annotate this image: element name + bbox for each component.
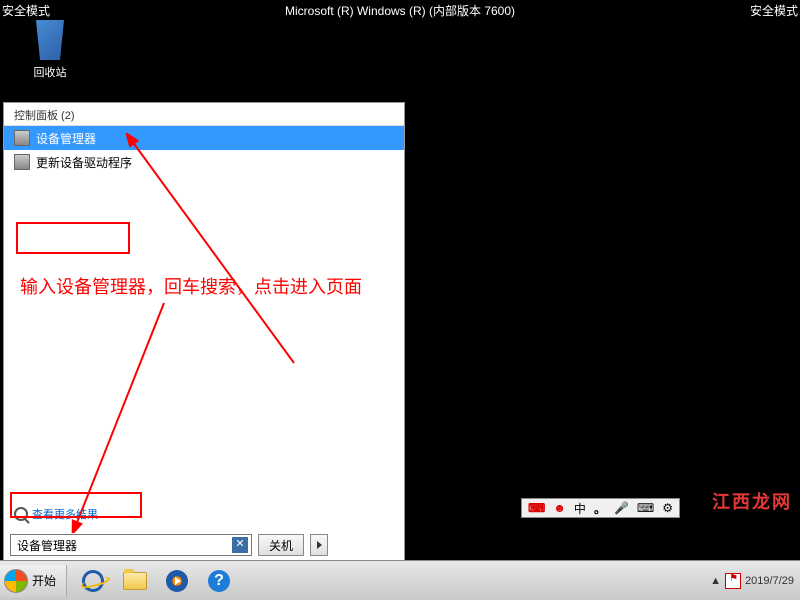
ime-keyboard-icon[interactable]: ⌨	[526, 501, 547, 515]
start-button[interactable]: 开始	[0, 565, 67, 597]
start-menu-search-bar: ✕ 关机	[10, 534, 328, 556]
ime-mode-zhong[interactable]: 中	[572, 500, 588, 517]
search-result-device-manager[interactable]: 设备管理器	[4, 126, 404, 150]
result-label: 设备管理器	[36, 130, 96, 147]
control-panel-section-header: 控制面板 (2)	[4, 103, 404, 126]
taskbar-media-player[interactable]	[157, 565, 197, 597]
taskbar-ie[interactable]	[73, 565, 113, 597]
annotation-highlight-search	[10, 492, 142, 518]
recycle-bin[interactable]: 回收站	[20, 20, 80, 80]
annotation-highlight-result	[16, 222, 130, 254]
tray-expand-icon[interactable]: ▲	[710, 575, 721, 587]
recycle-bin-label: 回收站	[20, 64, 80, 80]
taskbar-pinned-apps: ?	[67, 565, 239, 597]
update-drivers-icon	[14, 154, 30, 170]
tray-flag-icon[interactable]: ⚑	[725, 573, 741, 589]
taskbar-explorer[interactable]	[115, 565, 155, 597]
windows-build-title: Microsoft (R) Windows (R) (内部版本 7600)	[285, 2, 515, 19]
desktop[interactable]: 安全模式 安全模式 Microsoft (R) Windows (R) (内部版…	[0, 0, 800, 560]
chevron-right-icon	[317, 541, 322, 549]
help-icon: ?	[208, 570, 230, 592]
system-tray: ▲ ⚑ 2019/7/29	[710, 573, 800, 589]
ime-settings-icon[interactable]: ⚙	[660, 501, 675, 515]
recycle-bin-icon	[30, 20, 70, 60]
start-button-label: 开始	[32, 572, 56, 589]
folder-icon	[123, 572, 147, 590]
result-label: 更新设备驱动程序	[36, 154, 132, 171]
ime-tool-icon[interactable]: 🎤	[612, 501, 631, 515]
ie-icon	[80, 567, 107, 594]
search-clear-button[interactable]: ✕	[232, 537, 248, 553]
shutdown-options-button[interactable]	[310, 534, 328, 556]
search-input[interactable]	[10, 534, 252, 556]
media-player-icon	[166, 570, 188, 592]
start-menu-search-panel: 控制面板 (2) 设备管理器 更新设备驱动程序 输入设备管理器，回车搜索，点击进…	[3, 102, 405, 560]
tray-clock[interactable]: 2019/7/29	[745, 575, 794, 587]
windows-orb-icon	[4, 569, 28, 593]
search-result-update-drivers[interactable]: 更新设备驱动程序	[4, 150, 404, 174]
annotation-instruction: 输入设备管理器，回车搜索，点击进入页面	[20, 273, 362, 299]
safe-mode-corner-tr: 安全模式	[750, 2, 798, 19]
watermark-text: 江西龙网	[712, 488, 792, 514]
device-manager-icon	[14, 130, 30, 146]
ime-toolbar[interactable]: ⌨ ☻ 中 。 🎤 ⌨ ⚙	[521, 498, 680, 518]
shutdown-button[interactable]: 关机	[258, 534, 304, 556]
ime-face-icon[interactable]: ☻	[551, 501, 568, 515]
taskbar-help[interactable]: ?	[199, 565, 239, 597]
ime-punct[interactable]: 。	[592, 500, 608, 517]
ime-keyboard2-icon[interactable]: ⌨	[635, 501, 656, 515]
safe-mode-corner-tl: 安全模式	[2, 2, 50, 19]
taskbar: 开始 ? ▲ ⚑ 2019/7/29	[0, 560, 800, 600]
